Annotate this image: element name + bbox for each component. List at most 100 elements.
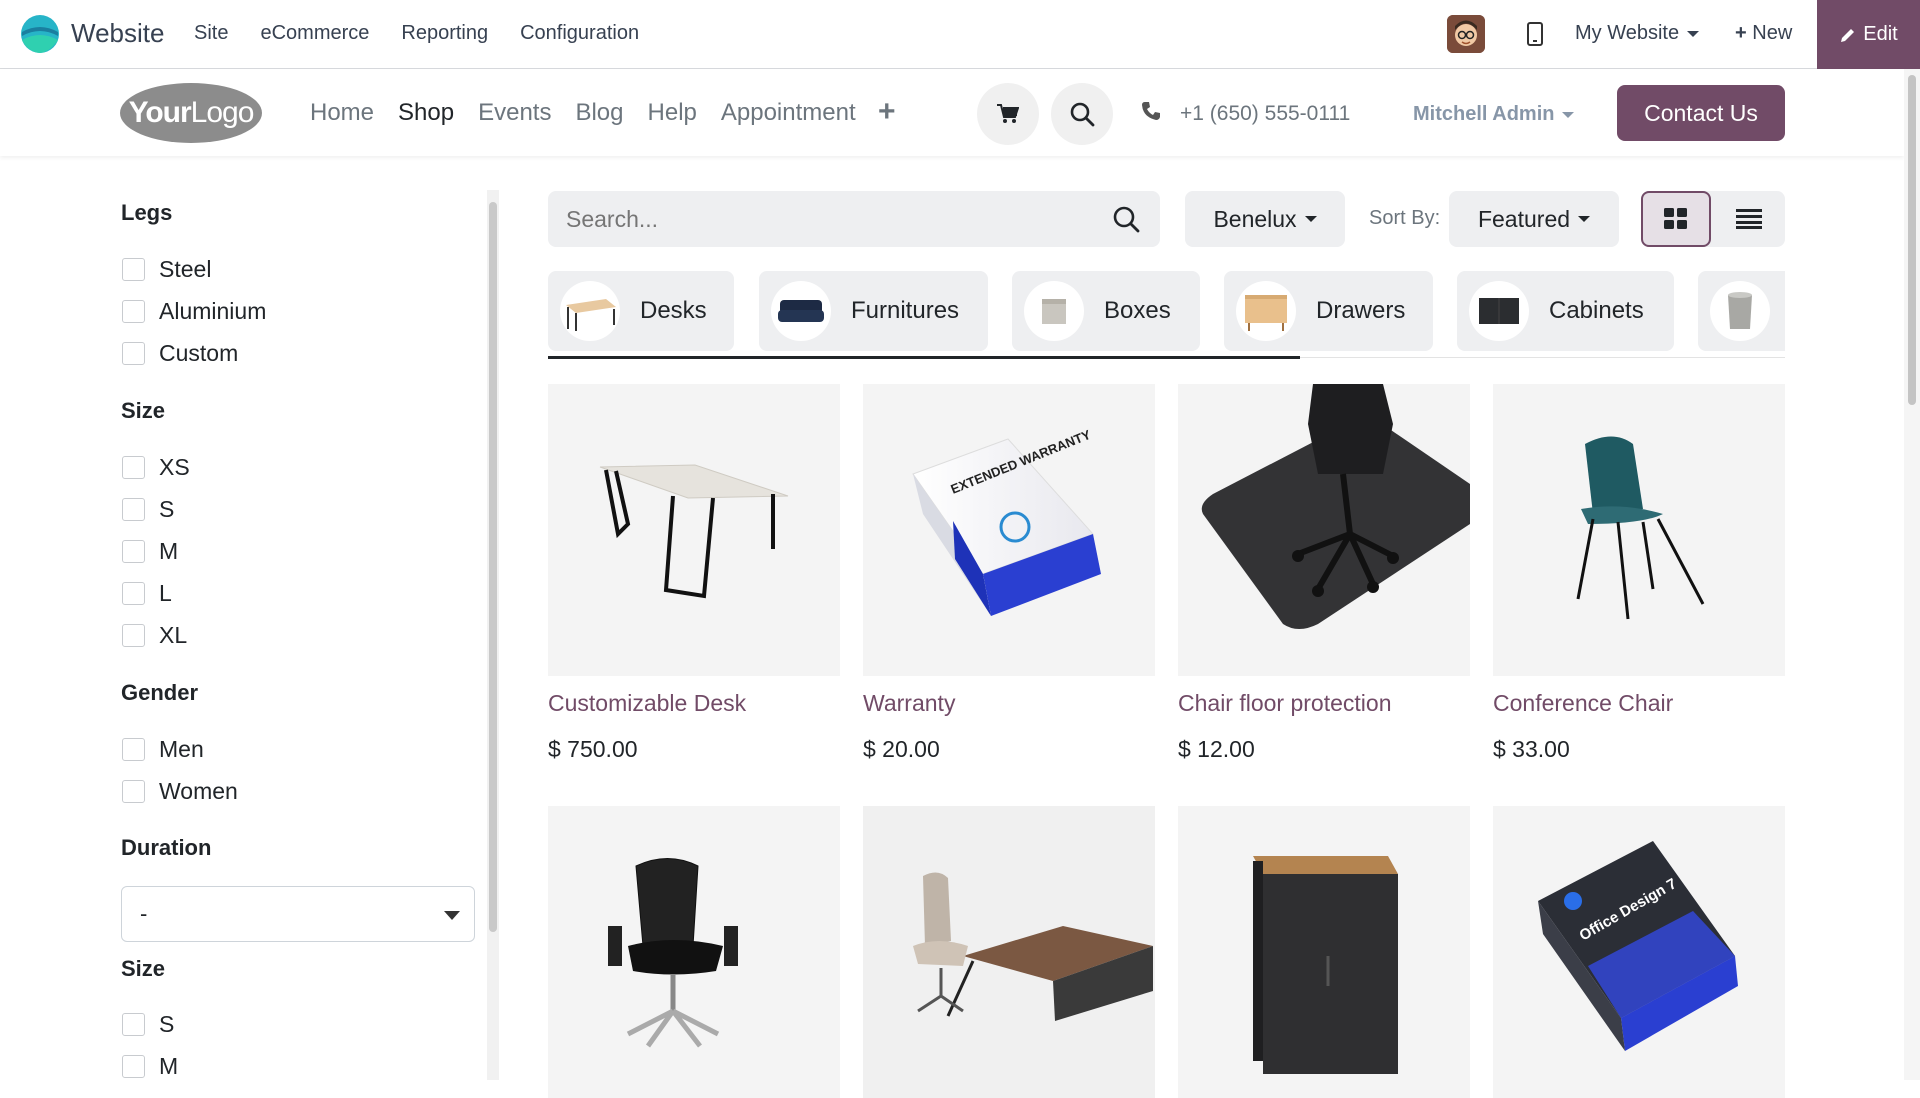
- filter-gender-women[interactable]: Women: [122, 778, 238, 805]
- category-cabinets[interactable]: Cabinets: [1457, 271, 1674, 351]
- category-furnitures[interactable]: Furnitures: [759, 271, 988, 351]
- checkbox[interactable]: [122, 498, 145, 521]
- add-menu-plus-icon[interactable]: +: [878, 95, 896, 129]
- filter-size-xs[interactable]: XS: [122, 454, 190, 481]
- filter-option-label: Custom: [159, 340, 239, 366]
- nav-blog[interactable]: Blog: [575, 99, 623, 127]
- product-card[interactable]: Conference Chair $ 33.00: [1493, 384, 1785, 856]
- nav-events[interactable]: Events: [478, 99, 551, 127]
- sidebar-scrollbar[interactable]: [487, 190, 499, 1080]
- product-card[interactable]: EXTENDED WARRANTY Warranty $ 20.00: [863, 384, 1155, 856]
- checkbox[interactable]: [122, 738, 145, 761]
- category-drawers[interactable]: Drawers: [1224, 271, 1433, 351]
- category-boxes[interactable]: Boxes: [1012, 271, 1200, 351]
- sort-dropdown[interactable]: Featured: [1449, 191, 1619, 247]
- cart-button[interactable]: [977, 83, 1039, 145]
- product-price: $ 20.00: [863, 736, 940, 762]
- top-menu: Site eCommerce Reporting Configuration: [194, 22, 639, 45]
- filter-size-m[interactable]: M: [122, 538, 178, 565]
- new-button[interactable]: + New: [1735, 22, 1792, 45]
- product-image-office-desk[interactable]: [863, 806, 1155, 1098]
- nav-shop[interactable]: Shop: [398, 99, 454, 127]
- search-icon[interactable]: [1112, 205, 1140, 233]
- product-image-office-chair[interactable]: [548, 806, 840, 1098]
- mobile-preview-icon[interactable]: [1527, 22, 1543, 46]
- pencil-icon: [1841, 28, 1855, 42]
- duration-select[interactable]: -: [121, 886, 475, 942]
- user-menu[interactable]: Mitchell Admin: [1413, 103, 1575, 126]
- filter-size2-s[interactable]: S: [122, 1011, 174, 1038]
- checkbox[interactable]: [122, 780, 145, 803]
- checkbox[interactable]: [122, 540, 145, 563]
- odoo-top-bar: Website Site eCommerce Reporting Configu…: [0, 0, 1920, 69]
- checkbox[interactable]: [122, 1055, 145, 1078]
- phone-number[interactable]: +1 (650) 555-0111: [1180, 102, 1350, 126]
- filter-legs-steel[interactable]: Steel: [122, 256, 211, 283]
- filter-size2-m[interactable]: M: [122, 1053, 178, 1080]
- menu-configuration[interactable]: Configuration: [520, 22, 639, 45]
- list-view-button[interactable]: [1713, 191, 1785, 247]
- pricelist-dropdown[interactable]: Benelux: [1185, 191, 1345, 247]
- product-image-conference-chair[interactable]: [1493, 384, 1785, 676]
- category-bins[interactable]: [1698, 271, 1785, 351]
- filter-option-label: XS: [159, 454, 190, 480]
- product-card[interactable]: Office Design 7: [1493, 806, 1785, 1098]
- page-scrollbar-thumb[interactable]: [1908, 75, 1916, 405]
- bin-thumbnail: [1710, 281, 1770, 341]
- site-logo[interactable]: Your Logo: [120, 83, 262, 143]
- product-name[interactable]: Warranty: [863, 690, 1155, 720]
- checkbox[interactable]: [122, 456, 145, 479]
- grid-view-button[interactable]: [1641, 191, 1711, 247]
- checkbox[interactable]: [122, 1013, 145, 1036]
- product-name[interactable]: Chair floor protection: [1178, 690, 1470, 720]
- app-name[interactable]: Website: [71, 18, 164, 49]
- product-card[interactable]: [548, 806, 840, 1098]
- category-label: Furnitures: [851, 297, 960, 324]
- menu-ecommerce[interactable]: eCommerce: [260, 22, 369, 45]
- checkbox[interactable]: [122, 342, 145, 365]
- phone-icon: [1142, 102, 1160, 120]
- checkbox[interactable]: [122, 624, 145, 647]
- nav-help[interactable]: Help: [648, 99, 697, 127]
- product-card[interactable]: [1178, 806, 1470, 1098]
- edit-button[interactable]: Edit: [1817, 0, 1920, 69]
- checkbox[interactable]: [122, 300, 145, 323]
- nav-appointment[interactable]: Appointment: [721, 99, 856, 127]
- checkbox[interactable]: [122, 258, 145, 281]
- product-image-office-design-software[interactable]: Office Design 7: [1493, 806, 1785, 1098]
- edit-button-label: Edit: [1863, 23, 1898, 45]
- search-input[interactable]: [548, 191, 1048, 247]
- cart-icon: [997, 104, 1019, 123]
- product-name[interactable]: Conference Chair: [1493, 690, 1785, 720]
- page-scrollbar[interactable]: [1904, 69, 1920, 1080]
- filter-legs-aluminium[interactable]: Aluminium: [122, 298, 266, 325]
- category-desks[interactable]: Desks: [548, 271, 734, 351]
- product-image-cabinet[interactable]: [1178, 806, 1470, 1098]
- sidebar-scrollbar-thumb[interactable]: [489, 202, 497, 932]
- filter-option-label: M: [159, 1053, 179, 1079]
- category-label: Boxes: [1104, 297, 1171, 324]
- filter-gender-men[interactable]: Men: [122, 736, 204, 763]
- checkbox[interactable]: [122, 582, 145, 605]
- product-card[interactable]: Customizable Desk $ 750.00: [548, 384, 840, 856]
- menu-reporting[interactable]: Reporting: [401, 22, 488, 45]
- website-app-icon[interactable]: [20, 14, 60, 54]
- contact-us-button[interactable]: Contact Us: [1617, 85, 1785, 141]
- product-image-warranty[interactable]: EXTENDED WARRANTY: [863, 384, 1155, 676]
- product-name[interactable]: Customizable Desk: [548, 690, 840, 720]
- product-card[interactable]: [863, 806, 1155, 1098]
- filter-size-xl[interactable]: XL: [122, 622, 187, 649]
- user-avatar[interactable]: [1447, 15, 1485, 53]
- nav-home[interactable]: Home: [310, 99, 374, 127]
- filter-size-l[interactable]: L: [122, 580, 172, 607]
- product-image-desk[interactable]: [548, 384, 840, 676]
- filter-heading-size: Size: [121, 398, 166, 423]
- header-search-button[interactable]: [1051, 83, 1113, 145]
- filter-legs-custom[interactable]: Custom: [122, 340, 238, 367]
- product-image-floor-mat[interactable]: [1178, 384, 1470, 676]
- menu-site[interactable]: Site: [194, 22, 228, 45]
- website-switcher[interactable]: My Website: [1575, 22, 1700, 45]
- product-card[interactable]: Chair floor protection $ 12.00: [1178, 384, 1470, 856]
- filter-size-s[interactable]: S: [122, 496, 174, 523]
- main-nav: Home Shop Events Blog Help Appointment: [310, 99, 856, 127]
